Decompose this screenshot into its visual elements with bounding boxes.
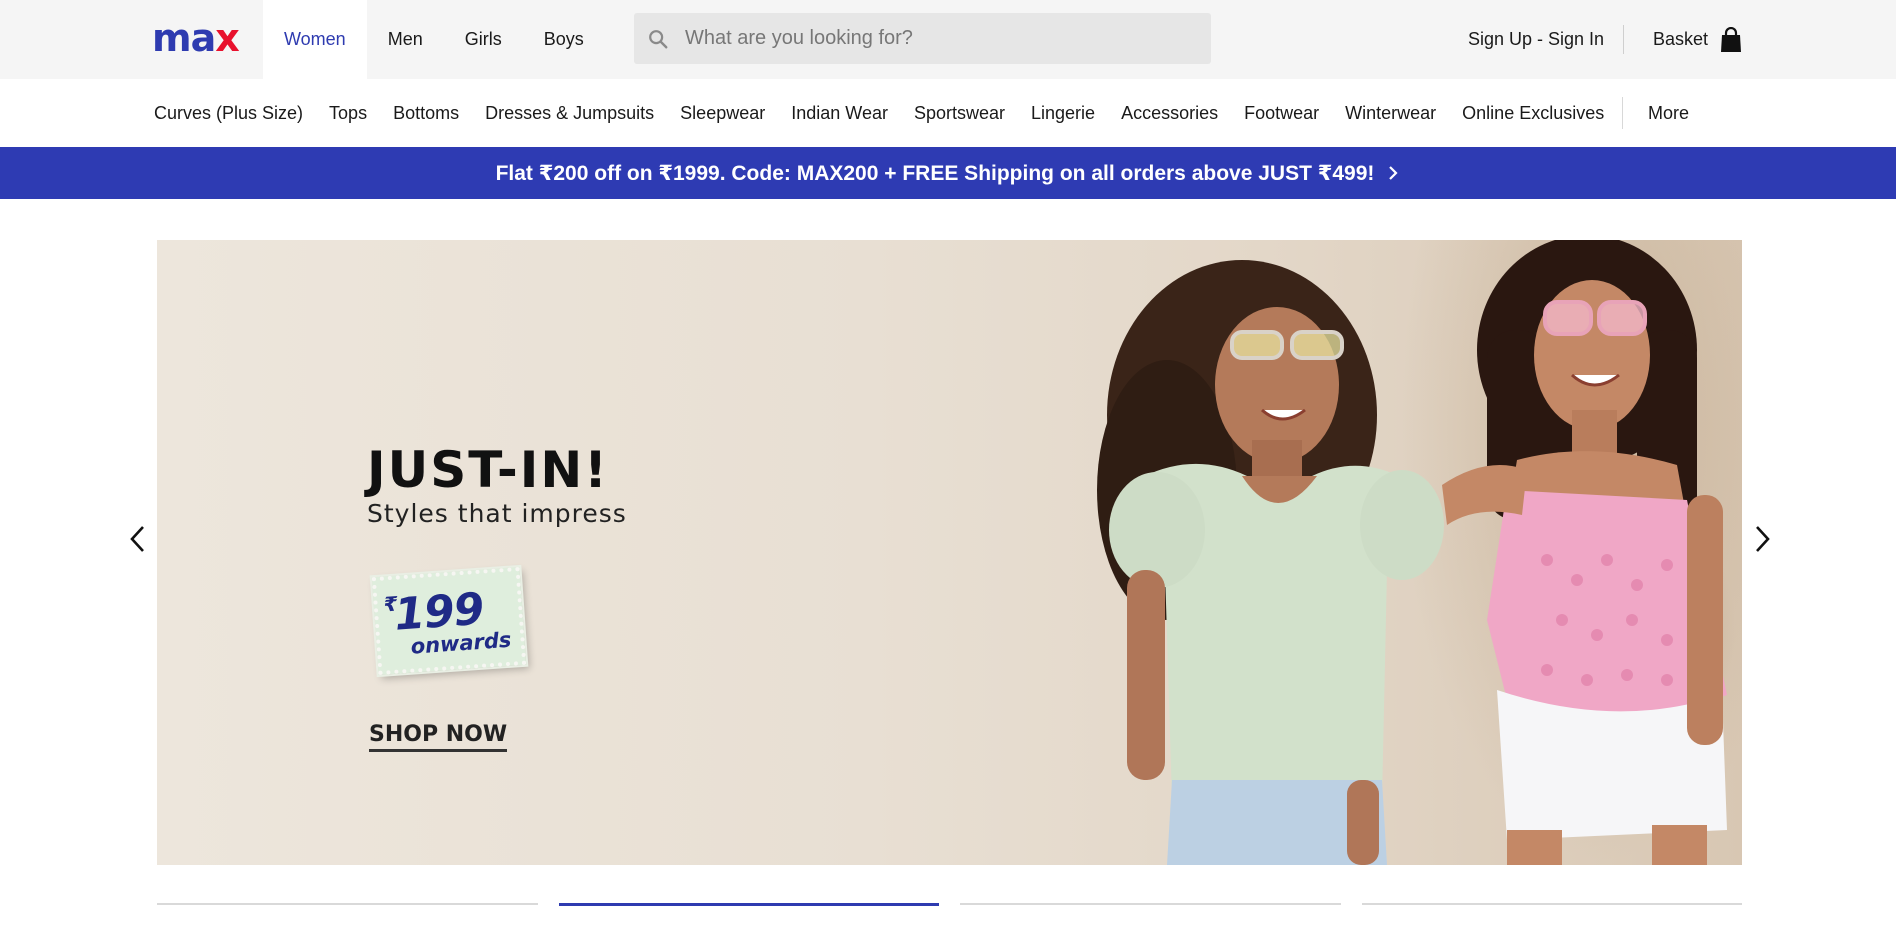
category-divider: [1622, 97, 1623, 129]
department-tabs: Women Men Girls Boys: [263, 0, 605, 79]
category-curves[interactable]: Curves (Plus Size): [154, 103, 303, 124]
category-tops[interactable]: Tops: [329, 103, 367, 124]
chevron-left-icon[interactable]: [126, 523, 150, 555]
search-input[interactable]: [685, 27, 1185, 50]
header-divider: [1623, 25, 1624, 54]
category-dresses-jumpsuits[interactable]: Dresses & Jumpsuits: [485, 103, 654, 124]
shop-now-link[interactable]: SHOP NOW: [369, 722, 508, 752]
tab-girls[interactable]: Girls: [444, 0, 523, 79]
search-icon[interactable]: [647, 28, 669, 50]
promo-banner[interactable]: Flat ₹200 off on ₹1999. Code: MAX200 + F…: [0, 147, 1896, 199]
category-footwear[interactable]: Footwear: [1244, 103, 1319, 124]
price-stamp: ₹ 199 onwards: [369, 564, 529, 678]
category-online-exclusives[interactable]: Online Exclusives: [1462, 103, 1604, 124]
carousel-indicator-active[interactable]: [558, 903, 939, 906]
carousel-indicator[interactable]: [157, 903, 538, 905]
category-indian-wear[interactable]: Indian Wear: [791, 103, 888, 124]
sign-in-link[interactable]: Sign Up - Sign In: [1468, 0, 1604, 79]
category-nav: Curves (Plus Size) Tops Bottoms Dresses …: [0, 79, 1896, 147]
chevron-right-icon[interactable]: [1750, 523, 1774, 555]
hero-title: JUST-IN!: [367, 441, 609, 499]
logo-text-ma: ma: [152, 16, 216, 60]
promo-text: Flat ₹200 off on ₹1999. Code: MAX200 + F…: [495, 161, 1375, 185]
category-sportswear[interactable]: Sportswear: [914, 103, 1005, 124]
tab-boys[interactable]: Boys: [523, 0, 605, 79]
category-list: Curves (Plus Size) Tops Bottoms Dresses …: [154, 79, 1630, 147]
more-menu[interactable]: More: [1648, 79, 1689, 147]
carousel-indicator[interactable]: [1361, 903, 1742, 905]
tab-men[interactable]: Men: [367, 0, 444, 79]
category-winterwear[interactable]: Winterwear: [1345, 103, 1436, 124]
search-bar[interactable]: [634, 13, 1211, 64]
category-lingerie[interactable]: Lingerie: [1031, 103, 1095, 124]
tab-women[interactable]: Women: [263, 0, 367, 79]
top-header: max Women Men Girls Boys Sign Up - Sign …: [0, 0, 1896, 79]
shopping-bag-icon: [1721, 26, 1742, 52]
basket-button[interactable]: Basket: [1653, 0, 1742, 79]
hero-subtitle: Styles that impress: [367, 499, 627, 528]
category-bottoms[interactable]: Bottoms: [393, 103, 459, 124]
max-logo[interactable]: ma x: [152, 16, 240, 60]
logo-text-x: x: [215, 16, 239, 60]
hero-banner[interactable]: JUST-IN! Styles that impress ₹ 199 onwar…: [157, 240, 1742, 865]
carousel-indicators: [157, 903, 1742, 907]
carousel-indicator[interactable]: [960, 903, 1341, 905]
basket-label: Basket: [1653, 29, 1709, 49]
category-accessories[interactable]: Accessories: [1121, 103, 1218, 124]
chevron-right-icon: [1389, 166, 1398, 180]
category-sleepwear[interactable]: Sleepwear: [680, 103, 765, 124]
models-photo: [1097, 240, 1727, 865]
